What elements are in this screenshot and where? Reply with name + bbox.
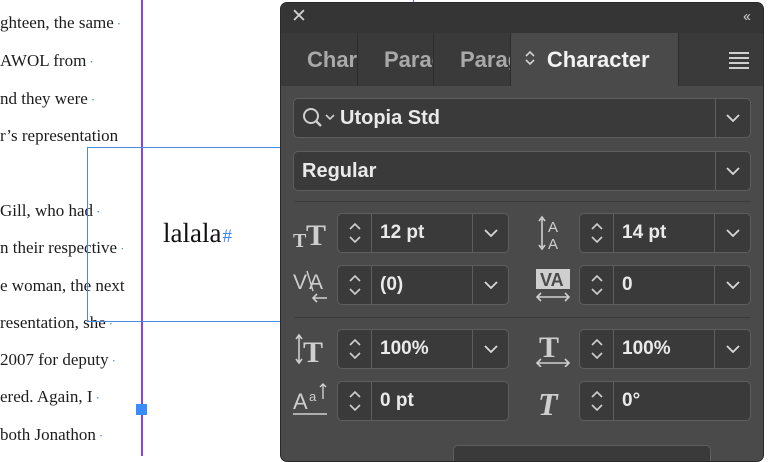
tab-paragraph-2[interactable]: Parag (434, 33, 511, 86)
text-line: nd they were · (0, 89, 96, 108)
panel-tabs: Char Parag Parag Character (281, 33, 763, 86)
svg-text:T: T (539, 331, 559, 364)
baseline-shift-icon: Aa (293, 383, 329, 419)
chevron-down-icon[interactable] (715, 329, 751, 369)
text-line: 2007 for deputy · (0, 350, 116, 369)
tab-character-1[interactable]: Char (281, 33, 358, 86)
chevron-down-icon[interactable] (473, 329, 509, 369)
leading-input[interactable]: 14 pt (613, 213, 715, 253)
chevron-down-icon[interactable] (473, 265, 509, 305)
kerning-icon: VA (293, 267, 329, 303)
frame-text[interactable]: lalala# (163, 218, 232, 249)
font-size-icon: TT (293, 215, 329, 252)
baseline-shift-field: Aa 0 pt (293, 381, 509, 421)
chevron-down-icon[interactable] (715, 152, 750, 190)
vertical-scale-field: T 100% (293, 329, 509, 369)
text-line: AWOL from · (0, 51, 94, 70)
svg-text:A: A (548, 236, 558, 251)
horizontal-scale-icon: T (535, 331, 571, 368)
svg-text:A: A (293, 389, 308, 414)
chevron-down-icon[interactable] (715, 213, 751, 253)
text-line: ghteen, the same · (0, 13, 122, 32)
tracking-input[interactable]: 0 (613, 265, 715, 305)
close-icon[interactable]: ✕ (291, 7, 307, 27)
search-icon (302, 107, 338, 134)
divider (295, 201, 751, 202)
svg-text:VA: VA (540, 270, 564, 290)
svg-text:T: T (306, 219, 326, 251)
horizontal-scale-field: T 100% (535, 329, 751, 369)
text-line: both Jonathon · (0, 425, 104, 444)
font-size-field: TT 12 pt (293, 213, 509, 253)
svg-text:T: T (538, 386, 559, 419)
kerning-input[interactable]: (0) (371, 265, 473, 305)
chevron-down-icon[interactable] (715, 265, 751, 305)
text-line: Gill, who had · (0, 201, 101, 220)
tracking-icon: VA (535, 267, 571, 303)
text-line: ered. Again, I · (0, 387, 100, 406)
text-line: r’s representation (0, 126, 119, 145)
chevron-down-icon[interactable] (715, 99, 750, 137)
leading-field: AA 14 pt (535, 213, 751, 253)
leading-icon: AA (535, 215, 571, 253)
baseline-shift-stepper[interactable] (337, 381, 371, 421)
tab-paragraph-1[interactable]: Parag (358, 33, 434, 86)
font-style-dropdown[interactable]: Regular (293, 151, 751, 191)
font-style-value: Regular (302, 160, 377, 182)
skew-field: T 0° (535, 381, 751, 422)
horizontal-scale-input[interactable]: 100% (613, 329, 715, 369)
tab-character-active[interactable]: Character (511, 33, 679, 86)
font-family-value: Utopia Std (340, 107, 440, 129)
baseline-shift-input[interactable]: 0 pt (371, 381, 509, 421)
panel-menu-icon[interactable] (729, 52, 749, 72)
svg-text:A: A (309, 271, 323, 294)
font-family-dropdown[interactable]: Utopia Std (293, 98, 751, 138)
collapse-icon[interactable]: ‹‹ (743, 8, 751, 25)
skew-stepper[interactable] (579, 381, 613, 421)
sort-arrows-icon (525, 50, 539, 68)
horizontal-scale-stepper[interactable] (579, 329, 613, 369)
divider (295, 317, 751, 318)
tracking-field: VA 0 (535, 265, 751, 305)
panel-titlebar[interactable]: ✕ ‹‹ (281, 3, 763, 33)
chevron-down-icon[interactable] (473, 213, 509, 253)
skew-input[interactable]: 0° (613, 381, 751, 421)
svg-text:T: T (293, 230, 307, 251)
vertical-scale-input[interactable]: 100% (371, 329, 473, 369)
svg-text:T: T (303, 336, 323, 367)
character-panel: ✕ ‹‹ Char Parag Parag Character Utopia S… (280, 2, 764, 462)
svg-text:A: A (548, 219, 558, 236)
leading-stepper[interactable] (579, 213, 613, 253)
skew-icon: T (535, 383, 571, 422)
font-size-stepper[interactable] (337, 213, 371, 253)
font-size-input[interactable]: 12 pt (371, 213, 473, 253)
vertical-scale-icon: T (293, 331, 329, 369)
tracking-stepper[interactable] (579, 265, 613, 305)
svg-text:V: V (293, 271, 307, 294)
language-dropdown[interactable] (453, 445, 711, 461)
kerning-field: VA (0) (293, 265, 509, 305)
svg-text:a: a (309, 389, 317, 404)
kerning-stepper[interactable] (337, 265, 371, 305)
frame-handle[interactable] (136, 404, 147, 415)
vertical-scale-stepper[interactable] (337, 329, 371, 369)
